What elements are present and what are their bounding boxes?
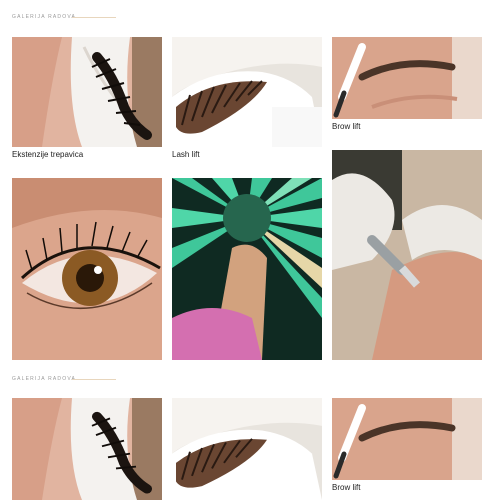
gallery-heading: GALERIJA RADOVA (12, 14, 77, 20)
heading-divider (72, 17, 116, 18)
eyelash-extensions-photo (12, 398, 162, 500)
eyelash-extensions-photo (12, 37, 162, 147)
gallery-image-eyelash-extensions-repeat[interactable] (12, 398, 162, 500)
caption-brow-lift: Brow lift (332, 122, 361, 131)
lash-lift-photo (172, 398, 322, 500)
gallery-image-eyelash-extensions[interactable] (12, 37, 162, 147)
eye-closeup-photo (12, 178, 162, 360)
gallery-image-eye-closeup[interactable] (12, 178, 162, 360)
heading-divider-repeat (72, 379, 116, 380)
solarium-photo (172, 178, 322, 360)
lash-lift-photo (172, 37, 322, 147)
gallery-image-brow-lift-repeat[interactable] (332, 398, 482, 480)
facial-treatment-photo (332, 150, 482, 360)
caption-lash-lift: Lash lift (172, 150, 200, 159)
caption-brow-lift-repeat: Brow lift (332, 483, 361, 492)
brow-lift-photo (332, 398, 482, 480)
gallery-heading-repeat: GALERIJA RADOVA (12, 376, 77, 382)
gallery-image-solarium[interactable] (172, 178, 322, 360)
gallery-image-lash-lift[interactable] (172, 37, 322, 147)
gallery-image-lash-lift-repeat[interactable] (172, 398, 322, 500)
caption-eyelash-extensions: Ekstenzije trepavica (12, 150, 84, 159)
gallery-image-brow-lift[interactable] (332, 37, 482, 119)
brow-lift-photo (332, 37, 482, 119)
gallery-image-facial-treatment[interactable] (332, 150, 482, 360)
